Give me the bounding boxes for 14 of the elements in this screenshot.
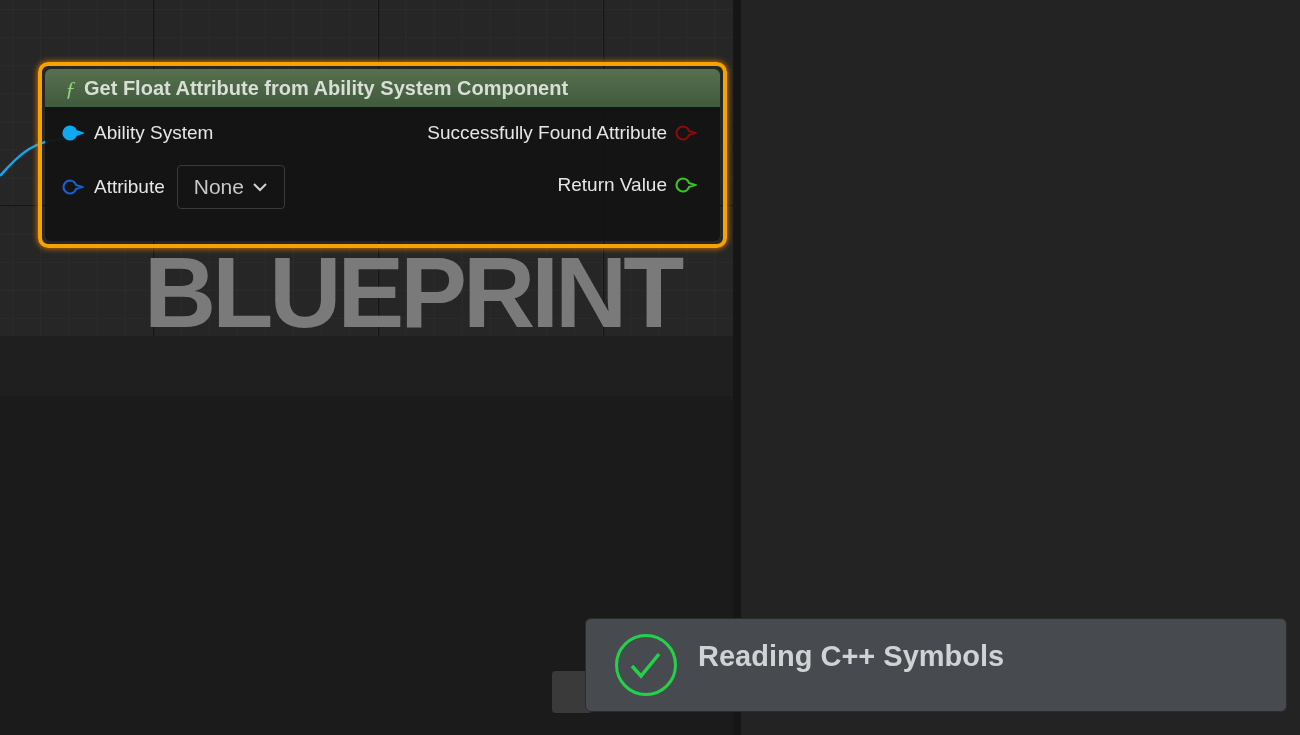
function-icon: ƒ (65, 71, 76, 105)
pin-label: Return Value (557, 172, 667, 197)
pin-icon[interactable] (62, 125, 84, 141)
node-title: Get Float Attribute from Ability System Component (84, 76, 569, 101)
pin-icon[interactable] (62, 179, 84, 195)
notification-text: Reading C++ Symbols (698, 639, 1005, 674)
attribute-dropdown[interactable]: None (176, 165, 285, 209)
graph-watermark: BLUEPRINT (143, 250, 682, 334)
pin-icon[interactable] (675, 177, 697, 193)
pin-label: Attribute (94, 174, 165, 199)
chevron-down-icon (251, 182, 268, 192)
pin-label: Ability System (94, 120, 214, 145)
function-node[interactable]: ƒ Get Float Attribute from Ability System Component Ability System Attribute None Successfully Found Attribute Return Value (38, 62, 727, 248)
pin-label: Successfully Found Attribute (427, 120, 667, 145)
